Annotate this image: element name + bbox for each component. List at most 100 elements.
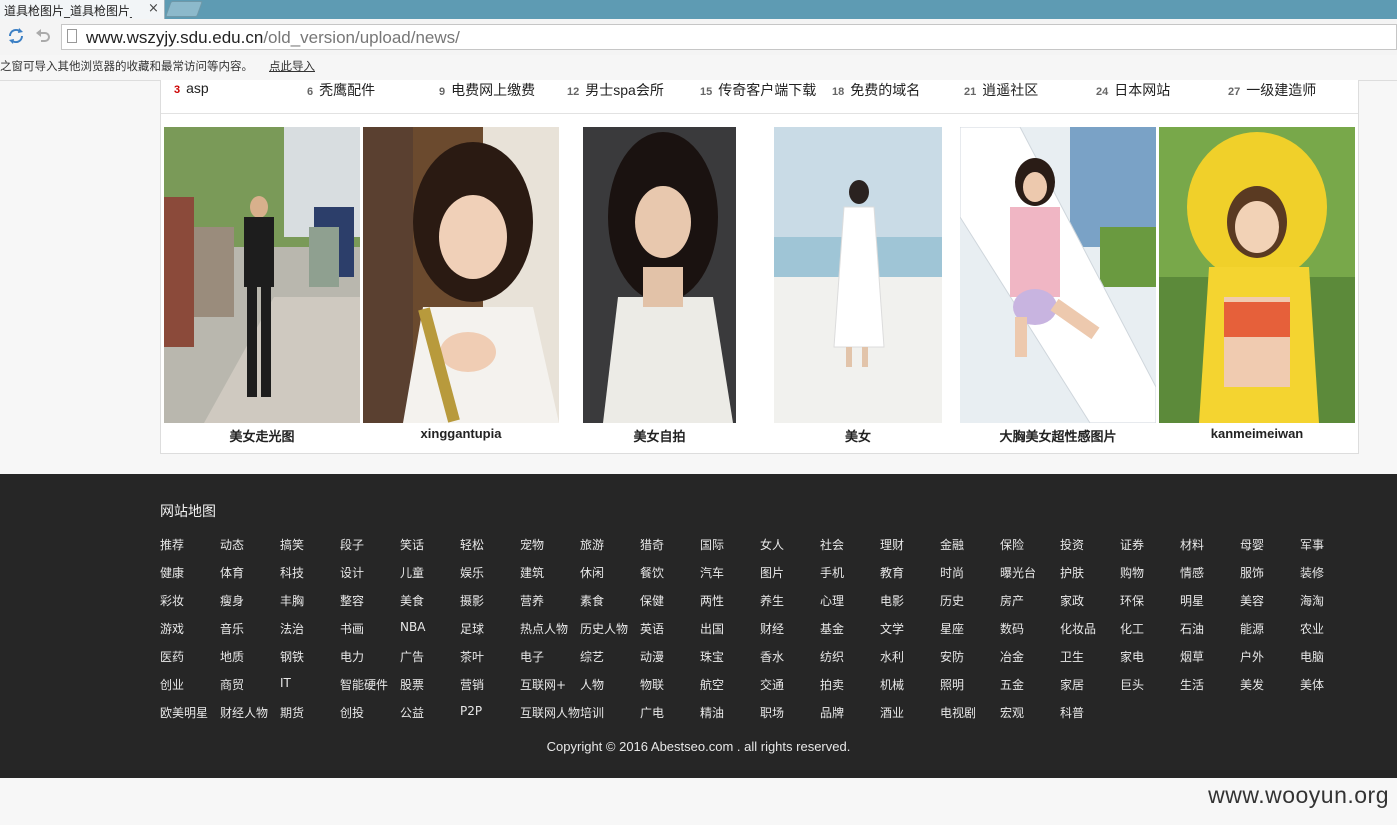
sitemap-link[interactable]: 宏观 bbox=[1000, 704, 1024, 721]
sitemap-link[interactable]: 猎奇 bbox=[640, 536, 664, 553]
sitemap-link[interactable]: 公益 bbox=[400, 704, 424, 721]
sitemap-link[interactable]: 生活 bbox=[1180, 676, 1204, 693]
sitemap-link[interactable]: 整容 bbox=[340, 592, 364, 609]
bookmark-import-link[interactable]: 点此导入 bbox=[269, 58, 315, 74]
photo-thumbnail[interactable] bbox=[1159, 127, 1355, 423]
sitemap-link[interactable]: 星座 bbox=[940, 620, 964, 637]
sitemap-link[interactable]: 海淘 bbox=[1300, 592, 1324, 609]
sitemap-link[interactable]: 香水 bbox=[760, 648, 784, 665]
sitemap-link[interactable]: 科普 bbox=[1060, 704, 1084, 721]
sitemap-link[interactable]: 体育 bbox=[220, 564, 244, 581]
sitemap-link[interactable]: 热点人物 bbox=[520, 620, 568, 637]
sitemap-link[interactable]: 照明 bbox=[940, 676, 964, 693]
sitemap-link[interactable]: 珠宝 bbox=[700, 648, 724, 665]
sitemap-link[interactable]: 护肤 bbox=[1060, 564, 1084, 581]
sitemap-link[interactable]: 丰胸 bbox=[280, 592, 304, 609]
sitemap-link[interactable]: 金融 bbox=[940, 536, 964, 553]
sitemap-link[interactable]: 电视剧 bbox=[940, 704, 976, 721]
sitemap-link[interactable]: 母婴 bbox=[1240, 536, 1264, 553]
photo-thumbnail[interactable] bbox=[583, 127, 736, 423]
sitemap-link[interactable]: NBA bbox=[400, 620, 425, 634]
sitemap-link[interactable]: 社会 bbox=[820, 536, 844, 553]
sitemap-link[interactable]: 数码 bbox=[1000, 620, 1024, 637]
sitemap-link[interactable]: 轻松 bbox=[460, 536, 484, 553]
sitemap-link[interactable]: 欧美明星 bbox=[160, 704, 208, 721]
sitemap-link[interactable]: IT bbox=[280, 676, 291, 690]
sitemap-link[interactable]: 设计 bbox=[340, 564, 364, 581]
sitemap-link[interactable]: 基金 bbox=[820, 620, 844, 637]
sitemap-link[interactable]: 法治 bbox=[280, 620, 304, 637]
sitemap-link[interactable]: 美食 bbox=[400, 592, 424, 609]
sitemap-link[interactable]: 人物 bbox=[580, 676, 604, 693]
link-item[interactable]: 24 日本网站 bbox=[1096, 80, 1170, 100]
sitemap-link[interactable]: 农业 bbox=[1300, 620, 1324, 637]
sitemap-link[interactable]: 电脑 bbox=[1300, 648, 1324, 665]
sitemap-link[interactable]: 美发 bbox=[1240, 676, 1264, 693]
sitemap-link[interactable]: 环保 bbox=[1120, 592, 1144, 609]
sitemap-link[interactable]: 历史 bbox=[940, 592, 964, 609]
sitemap-link[interactable]: 水利 bbox=[880, 648, 904, 665]
sitemap-link[interactable]: 钢铁 bbox=[280, 648, 304, 665]
close-icon[interactable]: × bbox=[148, 1, 159, 16]
sitemap-link[interactable]: 证券 bbox=[1120, 536, 1144, 553]
sitemap-link[interactable]: 书画 bbox=[340, 620, 364, 637]
sitemap-link[interactable]: 服饰 bbox=[1240, 564, 1264, 581]
sitemap-link[interactable]: 投资 bbox=[1060, 536, 1084, 553]
sitemap-link[interactable]: 巨头 bbox=[1120, 676, 1144, 693]
sitemap-link[interactable]: 股票 bbox=[400, 676, 424, 693]
sitemap-link[interactable]: 游戏 bbox=[160, 620, 184, 637]
sitemap-link[interactable]: 情感 bbox=[1180, 564, 1204, 581]
sitemap-link[interactable]: 机械 bbox=[880, 676, 904, 693]
sitemap-link[interactable]: 职场 bbox=[760, 704, 784, 721]
sitemap-link[interactable]: 家居 bbox=[1060, 676, 1084, 693]
sitemap-link[interactable]: 酒业 bbox=[880, 704, 904, 721]
sitemap-link[interactable]: 装修 bbox=[1300, 564, 1324, 581]
sitemap-link[interactable]: 出国 bbox=[700, 620, 724, 637]
sitemap-link[interactable]: 卫生 bbox=[1060, 648, 1084, 665]
sitemap-link[interactable]: 动漫 bbox=[640, 648, 664, 665]
sitemap-link[interactable]: 笑话 bbox=[400, 536, 424, 553]
sitemap-link[interactable]: 动态 bbox=[220, 536, 244, 553]
sitemap-link[interactable]: 曝光台 bbox=[1000, 564, 1036, 581]
link-item[interactable]: 9 电费网上缴费 bbox=[439, 80, 535, 100]
sitemap-link[interactable]: 购物 bbox=[1120, 564, 1144, 581]
sitemap-link[interactable]: 旅游 bbox=[580, 536, 604, 553]
sitemap-link[interactable]: 期货 bbox=[280, 704, 304, 721]
sitemap-link[interactable]: 综艺 bbox=[580, 648, 604, 665]
sitemap-link[interactable]: 茶叶 bbox=[460, 648, 484, 665]
photo-caption[interactable]: kanmeimeiwan bbox=[1159, 426, 1355, 441]
sitemap-link[interactable]: 文学 bbox=[880, 620, 904, 637]
sitemap-link[interactable]: 娱乐 bbox=[460, 564, 484, 581]
undo-icon[interactable] bbox=[34, 27, 52, 50]
photo-caption[interactable]: 美女自拍 bbox=[583, 426, 736, 445]
sitemap-link[interactable]: 手机 bbox=[820, 564, 844, 581]
sitemap-link[interactable]: 建筑 bbox=[520, 564, 544, 581]
sitemap-link[interactable]: 推荐 bbox=[160, 536, 184, 553]
link-item[interactable]: 6 秃鹰配件 bbox=[307, 80, 375, 100]
sitemap-link[interactable]: 精油 bbox=[700, 704, 724, 721]
sitemap-link[interactable]: 广电 bbox=[640, 704, 664, 721]
sitemap-link[interactable]: 保险 bbox=[1000, 536, 1024, 553]
sitemap-link[interactable]: 儿童 bbox=[400, 564, 424, 581]
sitemap-link[interactable]: 科技 bbox=[280, 564, 304, 581]
sitemap-link[interactable]: 电力 bbox=[340, 648, 364, 665]
photo-caption[interactable]: 美女 bbox=[774, 426, 942, 445]
sitemap-link[interactable]: 创投 bbox=[340, 704, 364, 721]
sitemap-link[interactable]: 互联网人物培训 bbox=[520, 704, 604, 721]
photo-thumbnail[interactable] bbox=[774, 127, 942, 423]
sitemap-link[interactable]: 安防 bbox=[940, 648, 964, 665]
sitemap-link[interactable]: 彩妆 bbox=[160, 592, 184, 609]
photo-caption[interactable]: 美女走光图 bbox=[164, 426, 360, 445]
sitemap-link[interactable]: 地质 bbox=[220, 648, 244, 665]
link-item[interactable]: 27 一级建造师 bbox=[1228, 80, 1316, 100]
sitemap-link[interactable]: 餐饮 bbox=[640, 564, 664, 581]
link-item[interactable]: 12 男士spa会所 bbox=[567, 80, 664, 100]
sitemap-link[interactable]: 材料 bbox=[1180, 536, 1204, 553]
sitemap-link[interactable]: 电子 bbox=[520, 648, 544, 665]
sitemap-link[interactable]: 美体 bbox=[1300, 676, 1324, 693]
address-bar[interactable]: www.wszyjy.sdu.edu.cn/old_version/upload… bbox=[61, 24, 1397, 50]
photo-caption[interactable]: 大胸美女超性感图片 bbox=[960, 426, 1156, 445]
sitemap-link[interactable]: 宠物 bbox=[520, 536, 544, 553]
sitemap-link[interactable]: 财经人物 bbox=[220, 704, 268, 721]
sitemap-link[interactable]: 广告 bbox=[400, 648, 424, 665]
